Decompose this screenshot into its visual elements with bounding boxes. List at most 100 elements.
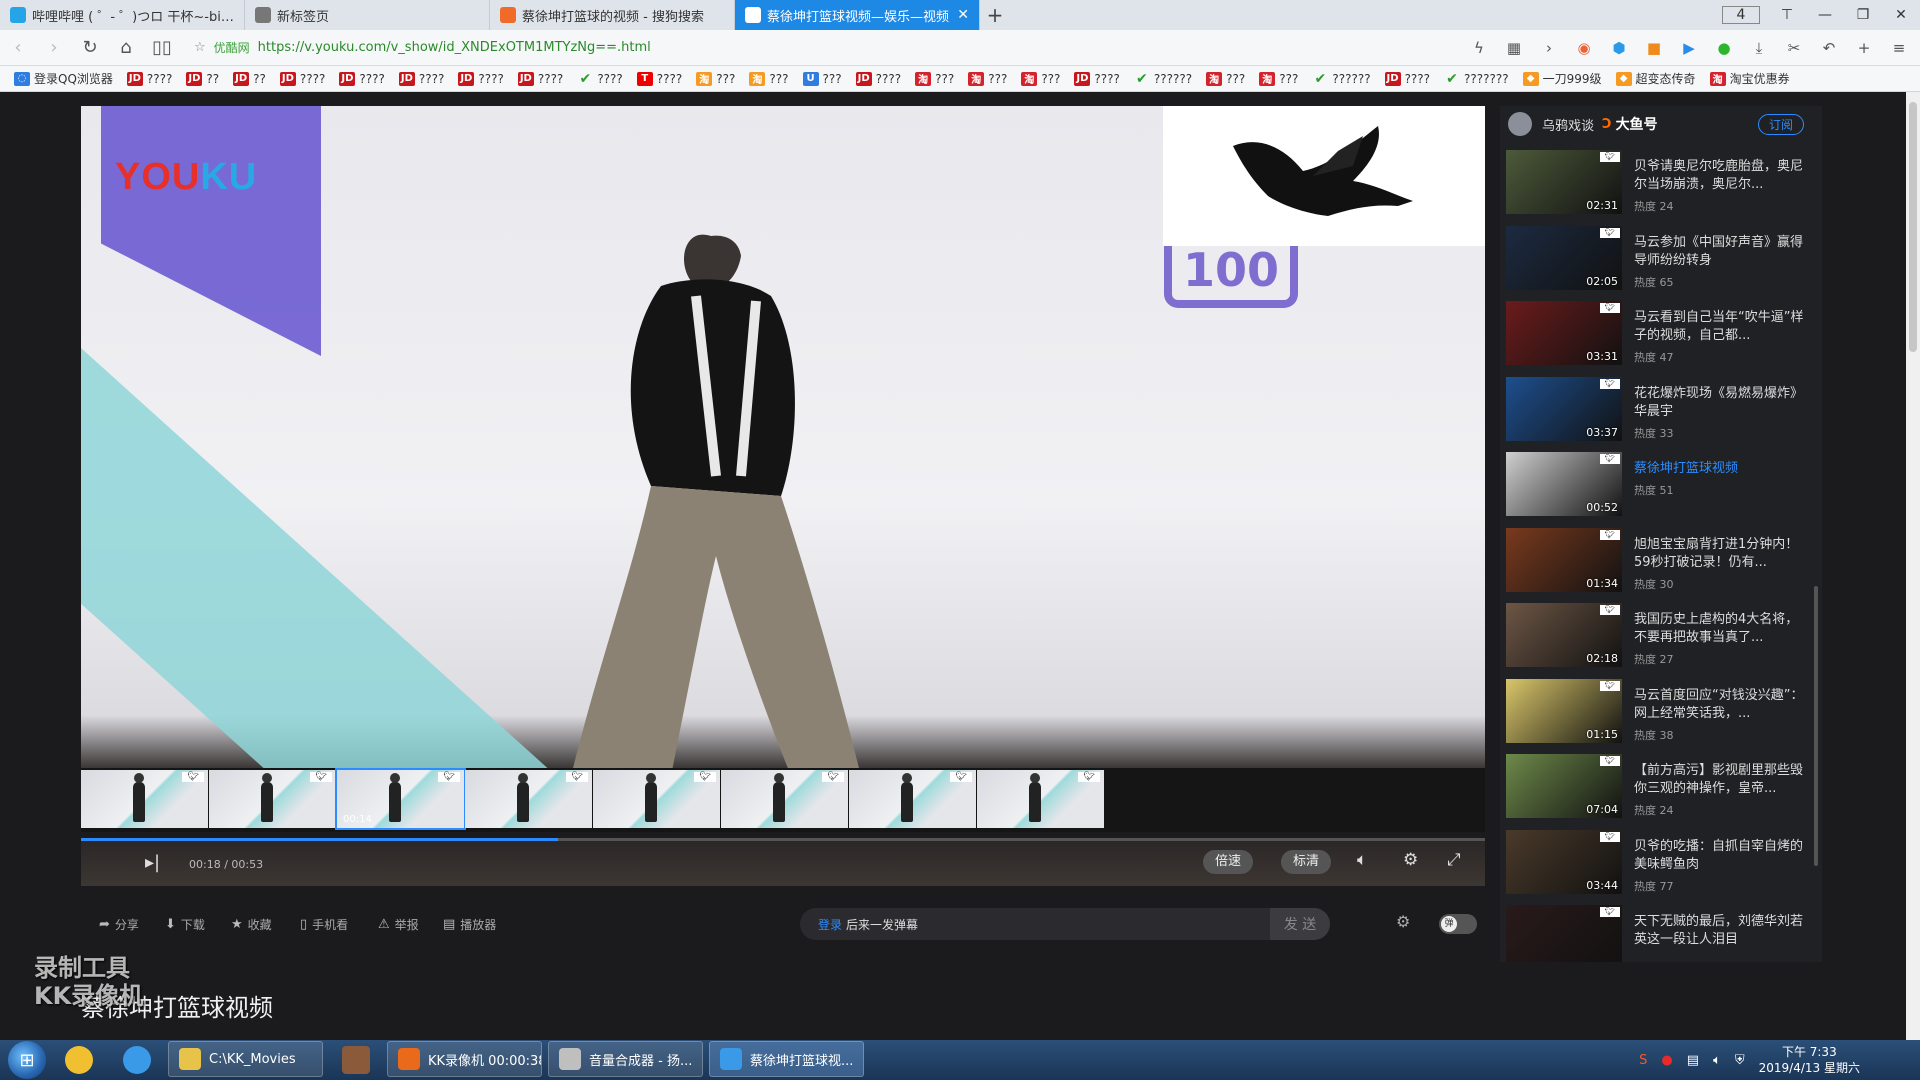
bookmark-3[interactable]: JD?? [233, 71, 266, 86]
fullscreen-icon[interactable]: ⤢ [1447, 850, 1461, 870]
bookmark-0[interactable]: ◌ 登录QQ浏览器 [14, 70, 113, 87]
bookmark-18[interactable]: JD???? [1074, 71, 1120, 86]
tab-2[interactable]: 蔡徐坤打篮球的视频 - 搜狗搜索 [490, 0, 735, 30]
recommendation-item[interactable]: 🐦︎ 02:05 马云参加《中国好声音》赢得导师纷纷转身 热度 65 [1506, 225, 1814, 292]
bookmark-5[interactable]: JD???? [339, 71, 385, 86]
danmaku-input[interactable]: 登录 后来一发弹幕 发 送 [800, 908, 1330, 940]
tab-0[interactable]: 哔哩哔哩 ( ゜- ゜)つロ 干杯~-bilibili [0, 0, 245, 30]
taskbar-pin-360[interactable] [54, 1041, 104, 1079]
close-window-button[interactable]: ✕ [1882, 7, 1920, 23]
bookmark-25[interactable]: ◆ 一刀999级 [1522, 70, 1602, 87]
bookmark-8[interactable]: JD???? [517, 71, 563, 86]
recommendation-item[interactable]: 🐦︎ 天下无贼的最后，刘德华刘若英这一段让人泪目 [1506, 905, 1814, 962]
undo-icon[interactable]: ↶ [1818, 37, 1840, 59]
menu-icon[interactable]: ≡ [1888, 37, 1910, 59]
share-action[interactable]: ➦ 分享 [99, 916, 139, 933]
url-text[interactable]: https://v.youku.com/v_show/id_XNDExOTM1M… [258, 40, 651, 55]
recommendation-thumbnail[interactable]: 🐦︎ 01:34 [1506, 527, 1622, 592]
taskbar-item-2[interactable]: 音量合成器 - 扬... [548, 1041, 703, 1077]
bookmark-21[interactable]: 淘??? [1259, 71, 1298, 86]
preview-thumbnail[interactable]: 🐦︎ [849, 770, 976, 828]
recommendation-title[interactable]: 蔡徐坤打篮球视频 [1634, 460, 1806, 478]
bookmark-6[interactable]: JD???? [398, 71, 444, 86]
bookmark-2[interactable]: JD?? [186, 71, 219, 86]
recommendation-title[interactable]: 旭旭宝宝扇背打进1分钟内！59秒打破记录！仍有... [1634, 536, 1806, 572]
preview-thumbnail[interactable]: 🐦︎ [593, 770, 720, 828]
volume-icon[interactable]: 🔈︎ [1357, 850, 1367, 870]
address-bar[interactable]: ☆ 优酷网 https://v.youku.com/v_show/id_XNDE… [188, 35, 1418, 61]
recommendation-title[interactable]: 我国历史上虐构的4大名将，不要再把故事当真了... [1634, 611, 1806, 647]
speed-button[interactable]: 倍速 [1203, 850, 1254, 874]
recommendation-item[interactable]: 🐦︎ 01:15 马云首度回应“对钱没兴趣”：网上经常笑话我，... 热度 38 [1506, 678, 1814, 745]
shield-icon[interactable]: ⬢ [1608, 37, 1630, 59]
recommendation-item[interactable]: 🐦︎ 00:52 蔡徐坤打篮球视频 热度 51 [1506, 452, 1814, 518]
recommendation-thumbnail[interactable]: 🐦︎ 02:18 [1506, 603, 1622, 667]
bookmark-19[interactable]: ✔?????? [1134, 71, 1192, 87]
tab-count-badge[interactable]: 4 [1722, 6, 1760, 24]
recommendation-title[interactable]: 马云首度回应“对钱没兴趣”：网上经常笑话我，... [1634, 687, 1806, 723]
progress-bar[interactable] [81, 838, 1485, 841]
recommendation-thumbnail[interactable]: 🐦︎ 02:31 [1506, 150, 1622, 214]
danmaku-settings-icon[interactable]: ⚙ [1396, 912, 1410, 931]
taskbar-pin-game[interactable] [331, 1041, 381, 1079]
bookmark-17[interactable]: 淘??? [1021, 71, 1060, 86]
recommendation-title[interactable]: 马云参加《中国好声音》赢得导师纷纷转身 [1634, 234, 1806, 270]
antivirus-icon[interactable]: ● [1661, 1053, 1672, 1068]
bookmark-14[interactable]: JD???? [855, 71, 901, 86]
recommendation-title[interactable]: 贝爷请奥尼尔吃鹿胎盘，奥尼尔当场崩溃，奥尼尔... [1634, 158, 1806, 194]
taskbar-item-3[interactable]: 蔡徐坤打篮球视... [709, 1041, 864, 1077]
favorite-star-icon[interactable]: ☆ [194, 40, 206, 55]
pin-icon[interactable]: ⊤ [1768, 7, 1806, 23]
bookmark-24[interactable]: ✔??????? [1444, 71, 1508, 87]
recommendation-item[interactable]: 🐦︎ 07:04 【前方高污】影视剧里那些毁你三观的神操作，皇帝... 热度 24 [1506, 754, 1814, 820]
taskbar-item-1[interactable]: KK录像机 00:00:38 [387, 1041, 542, 1077]
download-icon[interactable]: ⤓ [1748, 37, 1770, 59]
chevron-right-icon[interactable]: › [1538, 37, 1560, 59]
minimize-button[interactable]: — [1806, 7, 1844, 23]
warning-action[interactable]: ⚠ 举报 [378, 916, 419, 933]
preview-thumbnail[interactable]: 🐦︎ [209, 770, 336, 828]
preview-thumbnail[interactable]: 🐦︎ [465, 770, 592, 828]
quality-button[interactable]: 标清 [1281, 850, 1332, 874]
bookmark-12[interactable]: 淘??? [749, 71, 789, 86]
recommendation-thumbnail[interactable]: 🐦︎ 03:31 [1506, 301, 1622, 365]
recommendation-item[interactable]: 🐦︎ 02:18 我国历史上虐构的4大名将，不要再把故事当真了... 热度 27 [1506, 603, 1814, 669]
bookmark-13[interactable]: U??? [802, 71, 842, 86]
close-tab-icon[interactable]: ✕ [957, 7, 969, 23]
settings-gear-icon[interactable]: ⚙ [1403, 850, 1418, 870]
recommendation-thumbnail[interactable]: 🐦︎ 01:15 [1506, 678, 1622, 743]
recommendation-thumbnail[interactable]: 🐦︎ 00:52 [1506, 452, 1622, 516]
sidebar-scrollbar[interactable] [1814, 586, 1818, 866]
channel-name[interactable]: 乌鸦戏谈 [1542, 115, 1594, 134]
recommendation-item[interactable]: 🐦︎ 03:31 马云看到自己当年“吹牛逼”样子的视频，自己都... 热度 47 [1506, 301, 1814, 367]
recommendation-thumbnail[interactable]: 🐦︎ 03:44 [1506, 829, 1622, 894]
star-action[interactable]: ★ 收藏 [231, 916, 272, 933]
grid-icon[interactable]: ▦ [1503, 37, 1525, 59]
camera-icon[interactable]: ■ [1643, 37, 1665, 59]
scissors-icon[interactable]: ✂ [1783, 37, 1805, 59]
danmaku-toggle[interactable]: 弹 [1439, 914, 1477, 934]
bookmark-22[interactable]: ✔?????? [1312, 71, 1370, 87]
restore-button[interactable]: ❐ [1844, 7, 1882, 23]
wechat-icon[interactable]: ● [1713, 37, 1735, 59]
video-frame[interactable]: YOUKU 100 [81, 106, 1485, 768]
reading-mode-button[interactable]: ▯▯ [144, 37, 180, 58]
bookmark-10[interactable]: T???? [636, 71, 682, 86]
bookmark-9[interactable]: ✔???? [577, 71, 622, 87]
preview-thumbnail[interactable]: 🐦︎ [721, 770, 848, 828]
bookmark-16[interactable]: 淘??? [968, 71, 1007, 86]
start-button[interactable]: ⊞ [8, 1041, 46, 1079]
recommendation-title[interactable]: 贝爷的吃播：自抓自宰自烤的美味鳄鱼肉 [1634, 838, 1806, 874]
bookmark-26[interactable]: ◆ 超变态传奇 [1615, 70, 1696, 87]
forward-button[interactable]: › [36, 37, 72, 58]
refresh-button[interactable]: ↻ [72, 37, 108, 58]
recommendation-title[interactable]: 天下无贼的最后，刘德华刘若英这一段让人泪目 [1634, 913, 1806, 949]
bookmark-23[interactable]: JD???? [1384, 71, 1430, 86]
bookmark-27[interactable]: 淘淘宝优惠券 [1709, 70, 1790, 87]
bookmark-20[interactable]: 淘??? [1206, 71, 1245, 86]
recommendation-thumbnail[interactable]: 🐦︎ 03:37 [1506, 376, 1622, 441]
recommendation-item[interactable]: 🐦︎ 02:31 贝爷请奥尼尔吃鹿胎盘，奥尼尔当场崩溃，奥尼尔... 热度 24 [1506, 150, 1814, 216]
back-button[interactable]: ‹ [0, 37, 36, 58]
preview-thumbnail[interactable]: 🐦︎ [81, 770, 208, 828]
page-scrollbar[interactable] [1906, 92, 1920, 1040]
